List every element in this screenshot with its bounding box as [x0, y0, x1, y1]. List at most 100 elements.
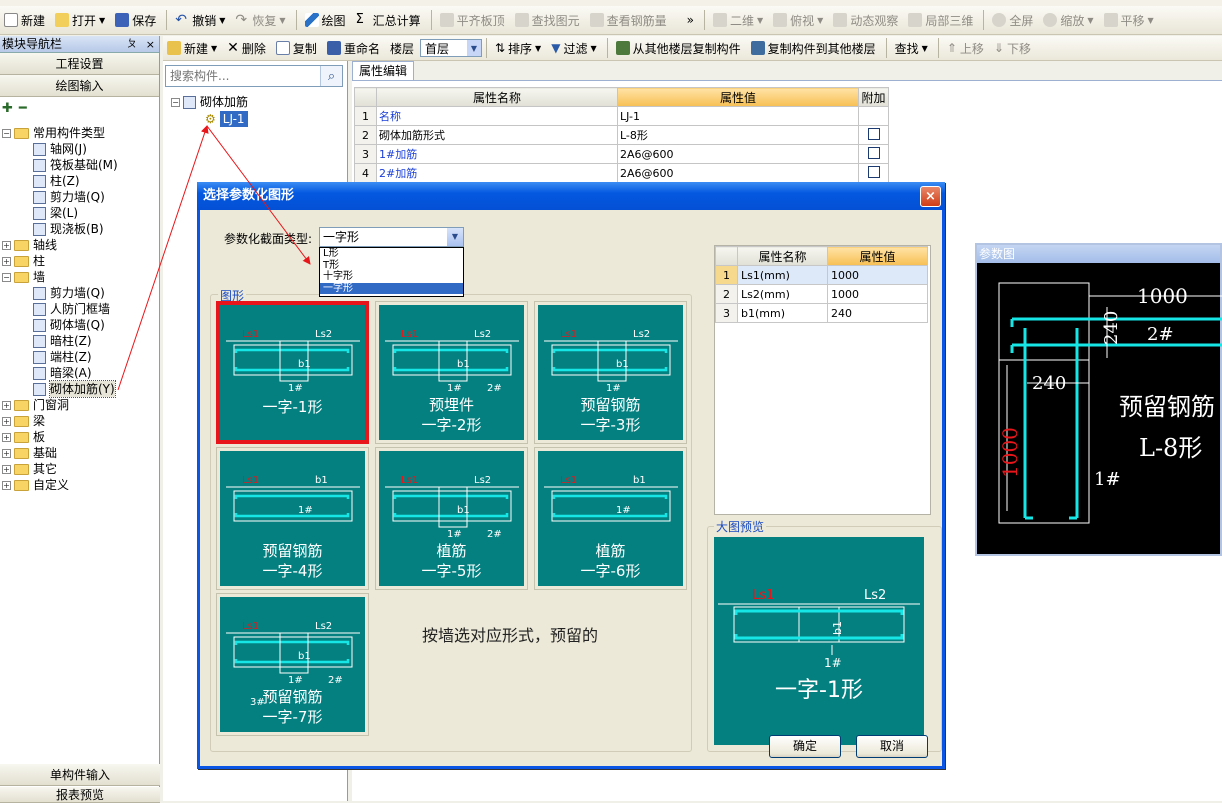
shape-option[interactable]: Ls1 Ls2 b1 1# 一字-1形	[216, 301, 369, 444]
move-down-button[interactable]: ⇓ 下移	[990, 37, 1035, 59]
tree-item-lj1[interactable]: ⚙ LJ-1	[205, 110, 249, 128]
property-value[interactable]: 2A6@600	[617, 163, 859, 183]
nav-tree-item[interactable]: 砌体加筋(Y)	[33, 380, 116, 398]
pan-button[interactable]: 平移 ▼	[1100, 9, 1158, 31]
shape-option[interactable]: Ls1 b1 1# 植筋 一字-6形	[534, 447, 687, 590]
shape-option[interactable]: Ls1 Ls2 b1 1# 2# 植筋 一字-5形	[375, 447, 528, 590]
expand-icon[interactable]: +	[2, 400, 11, 410]
rename-button[interactable]: 重命名	[323, 37, 384, 59]
attach-checkbox[interactable]	[867, 146, 880, 159]
shape-option[interactable]: Ls1 Ls2 b1 1# 2# 3# 预留钢筋 一字-7形	[216, 593, 369, 736]
collapse-icon[interactable]: −	[2, 272, 11, 282]
ok-button[interactable]: 确定	[769, 735, 841, 758]
property-row[interactable]: 1 名称 LJ-1	[354, 106, 889, 126]
collapse-icon[interactable]: −	[2, 128, 11, 138]
floor-select[interactable]: 首层 ▼	[419, 39, 482, 57]
nav-tree-item[interactable]: + 基础	[2, 445, 57, 461]
nav-tree-item[interactable]: + 门窗洞	[2, 397, 69, 413]
drawing-input-button[interactable]: 绘图输入	[0, 75, 159, 97]
section-type-option[interactable]: 一字形	[320, 282, 463, 294]
expand-icon[interactable]: +	[2, 448, 11, 458]
param-row[interactable]: 1 Ls1(mm) 1000	[715, 265, 928, 285]
new-component-button[interactable]: 新建 ▼	[163, 37, 221, 59]
fullscreen-button[interactable]: 全屏	[988, 9, 1037, 31]
nav-tree-item[interactable]: + 梁	[2, 413, 45, 429]
nav-tree-item[interactable]: 砌体墙(Q)	[33, 317, 105, 333]
redo-button[interactable]: ↷ 恢复 ▼	[231, 9, 289, 31]
nav-tree-item[interactable]: 剪力墙(Q)	[33, 285, 105, 301]
property-value[interactable]: 2A6@600	[617, 144, 859, 164]
expand-icon[interactable]: +	[2, 240, 11, 250]
save-button[interactable]: 保存	[111, 9, 160, 31]
delete-button[interactable]: ✕ 删除	[223, 37, 270, 59]
single-input-button[interactable]: 单构件输入	[0, 764, 160, 786]
top-view-button[interactable]: 俯视 ▼	[769, 9, 827, 31]
nav-tree-item[interactable]: + 柱	[2, 253, 45, 269]
summary-button[interactable]: Σ 汇总计算	[352, 9, 425, 31]
section-type-option[interactable]: L形	[320, 248, 463, 260]
copy-to-other-floor-button[interactable]: 复制构件到其他楼层	[747, 37, 880, 59]
nav-tree-item[interactable]: − 墙	[2, 269, 45, 285]
shape-option[interactable]: Ls1 b1 1# 预留钢筋 一字-4形	[216, 447, 369, 590]
copy-button[interactable]: 复制	[272, 37, 321, 59]
nav-tree-item[interactable]: + 轴线	[2, 237, 57, 253]
draw-button[interactable]: 绘图	[301, 9, 350, 31]
align-top-button[interactable]: 平齐板顶	[436, 9, 509, 31]
new-button[interactable]: 新建	[0, 9, 49, 31]
nav-tree-item[interactable]: 筏板基础(M)	[33, 157, 118, 173]
nav-tree-item[interactable]: 剪力墙(Q)	[33, 189, 105, 205]
dynamic-view-button[interactable]: 动态观察	[829, 9, 902, 31]
open-button[interactable]: 打开 ▼	[51, 9, 109, 31]
param-value[interactable]: 1000	[827, 265, 928, 285]
sort-button[interactable]: ⇅ 排序 ▼	[491, 37, 545, 59]
property-value[interactable]: LJ-1	[617, 106, 859, 126]
param-value[interactable]: 240	[827, 303, 928, 323]
toolbar-overflow-button[interactable]: »	[683, 9, 698, 31]
search-input[interactable]	[168, 67, 318, 85]
nav-tree-item[interactable]: 轴网(J)	[33, 141, 87, 157]
nav-tree-item[interactable]: 柱(Z)	[33, 173, 80, 189]
property-row[interactable]: 2 砌体加筋形式 L-8形	[354, 125, 889, 145]
nav-tree-item[interactable]: + 自定义	[2, 477, 69, 493]
nav-tree-item[interactable]: + 其它	[2, 461, 57, 477]
expand-icon[interactable]: +	[2, 256, 11, 266]
find-element-button[interactable]: 查找图元	[511, 9, 584, 31]
tab-property-edit[interactable]: 属性编辑	[352, 61, 414, 80]
nav-tree-item[interactable]: 暗柱(Z)	[33, 333, 92, 349]
collapse-icon[interactable]: −	[171, 97, 180, 107]
nav-tree-item[interactable]: 端柱(Z)	[33, 349, 92, 365]
collapse-all-icon[interactable]: ━	[19, 101, 27, 116]
local-3d-button[interactable]: 局部三维	[904, 9, 977, 31]
filter-button[interactable]: ▼ 过滤 ▼	[547, 37, 600, 59]
expand-all-icon[interactable]: ✚	[2, 101, 13, 116]
undo-button[interactable]: ↶ 撤销 ▼	[171, 9, 229, 31]
project-settings-button[interactable]: 工程设置	[0, 53, 159, 75]
section-type-option[interactable]: T形	[320, 260, 463, 272]
zoom-button[interactable]: 缩放 ▼	[1039, 9, 1097, 31]
param-value[interactable]: 1000	[827, 284, 928, 304]
property-value[interactable]: L-8形	[617, 125, 859, 145]
property-row[interactable]: 3 1#加筋 2A6@600	[354, 144, 889, 164]
move-up-button[interactable]: ⇑ 上移	[943, 37, 988, 59]
copy-from-other-floor-button[interactable]: 从其他楼层复制构件	[612, 37, 745, 59]
shape-option[interactable]: Ls1 Ls2 b1 1# 2# 预埋件 一字-2形	[375, 301, 528, 444]
attach-checkbox[interactable]	[867, 165, 880, 178]
expand-icon[interactable]: +	[2, 480, 11, 490]
view-2d-button[interactable]: 二维 ▼	[709, 9, 767, 31]
pin-icon[interactable]: ㄆ	[127, 36, 137, 53]
nav-tree-item[interactable]: + 板	[2, 429, 45, 445]
param-row[interactable]: 2 Ls2(mm) 1000	[715, 284, 928, 304]
tree-root-node[interactable]: − 砌体加筋	[171, 94, 248, 110]
close-icon[interactable]: ×	[146, 36, 155, 53]
nav-tree-item[interactable]: 暗梁(A)	[33, 365, 92, 381]
expand-icon[interactable]: +	[2, 432, 11, 442]
view-rebar-button[interactable]: 查看钢筋量	[586, 9, 671, 31]
property-row[interactable]: 4 2#加筋 2A6@600	[354, 163, 889, 183]
expand-icon[interactable]: +	[2, 416, 11, 426]
cancel-button[interactable]: 取消	[856, 735, 928, 758]
nav-tree-item[interactable]: 人防门框墙	[33, 301, 110, 317]
nav-tree-item[interactable]: 梁(L)	[33, 205, 78, 221]
nav-tree-item[interactable]: − 常用构件类型	[2, 125, 105, 141]
attach-checkbox[interactable]	[867, 127, 880, 140]
find-button[interactable]: 查找 ▼	[891, 37, 932, 59]
